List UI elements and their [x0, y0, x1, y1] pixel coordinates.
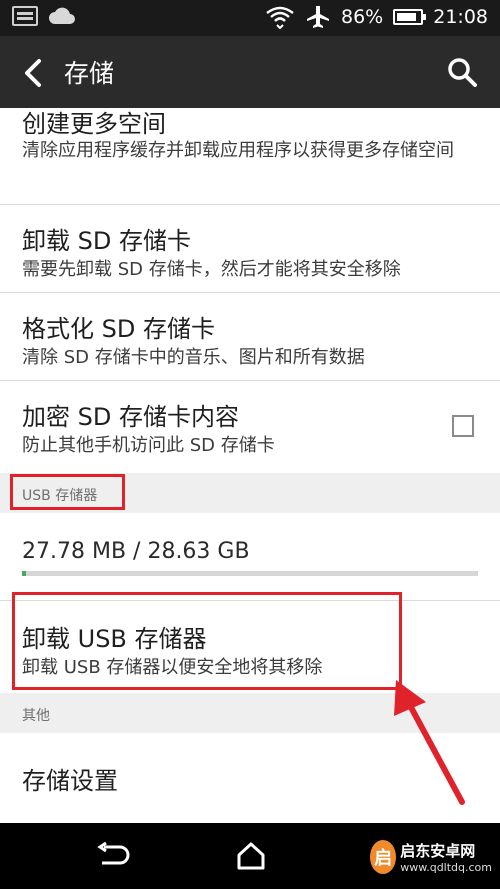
highlight-box-usb-label	[10, 474, 125, 510]
watermark-name: 启东安卓网	[400, 842, 476, 860]
usb-storage-usage: 27.78 MB / 28.63 GB	[0, 513, 500, 601]
action-bar: 存储	[0, 36, 500, 108]
item-subtitle: 需要先卸载 SD 存储卡，然后才能将其安全移除	[22, 259, 401, 280]
encrypt-checkbox[interactable]	[452, 415, 474, 437]
item-title: 创建更多空间	[22, 110, 166, 138]
usage-progress-fill	[22, 571, 26, 576]
list-item-encrypt-sd[interactable]: 加密 SD 存储卡内容 防止其他手机访问此 SD 存储卡	[0, 381, 500, 473]
battery-level	[397, 13, 417, 21]
battery-percent: 86%	[341, 6, 384, 28]
usage-progress-bar	[22, 571, 478, 576]
status-bar: 86% 21:08	[0, 0, 500, 36]
section-label: 其他	[22, 708, 50, 724]
airplane-mode-icon	[307, 6, 329, 28]
list-item-format-sd[interactable]: 格式化 SD 存储卡 清除 SD 存储卡中的音乐、图片和所有数据	[0, 293, 500, 381]
status-left-icons	[12, 6, 76, 26]
item-title: 卸载 SD 存储卡	[22, 227, 191, 255]
watermark: 启 启东安卓网 www.qdltdq.com	[370, 829, 492, 885]
list-item-create-space[interactable]: 创建更多空间 清除应用程序缓存并卸载应用程序以获得更多存储空间	[0, 108, 500, 205]
wifi-icon	[266, 6, 294, 29]
nav-home-icon[interactable]	[233, 838, 269, 874]
watermark-logo-icon: 启	[370, 840, 397, 874]
image-notification-icon	[12, 6, 38, 26]
battery-icon	[393, 9, 427, 25]
item-title: 加密 SD 存储卡内容	[22, 403, 239, 431]
clock: 21:08	[433, 6, 488, 28]
search-icon[interactable]	[446, 56, 478, 88]
back-arrow-icon[interactable]	[22, 58, 44, 88]
watermark-url: www.qdltdq.com	[400, 861, 492, 874]
cloud-icon	[49, 7, 75, 24]
item-title: 存储设置	[22, 767, 118, 795]
list-item-unmount-sd[interactable]: 卸载 SD 存储卡 需要先卸载 SD 存储卡，然后才能将其安全移除	[0, 205, 500, 293]
watermark-text: 启东安卓网 www.qdltdq.com	[400, 840, 492, 874]
item-title: 格式化 SD 存储卡	[22, 315, 215, 343]
item-subtitle: 防止其他手机访问此 SD 存储卡	[22, 435, 275, 456]
status-right-icons: 86% 21:08	[265, 4, 488, 30]
page-title: 存储	[64, 59, 115, 88]
nav-back-icon[interactable]	[94, 839, 130, 873]
usage-text: 27.78 MB / 28.63 GB	[22, 539, 250, 564]
item-subtitle: 清除 SD 存储卡中的音乐、图片和所有数据	[22, 347, 365, 368]
red-arrow-annotation	[394, 680, 465, 805]
item-subtitle: 清除应用程序缓存并卸载应用程序以获得更多存储空间	[22, 140, 454, 161]
highlight-box-unmount-usb	[12, 592, 402, 690]
